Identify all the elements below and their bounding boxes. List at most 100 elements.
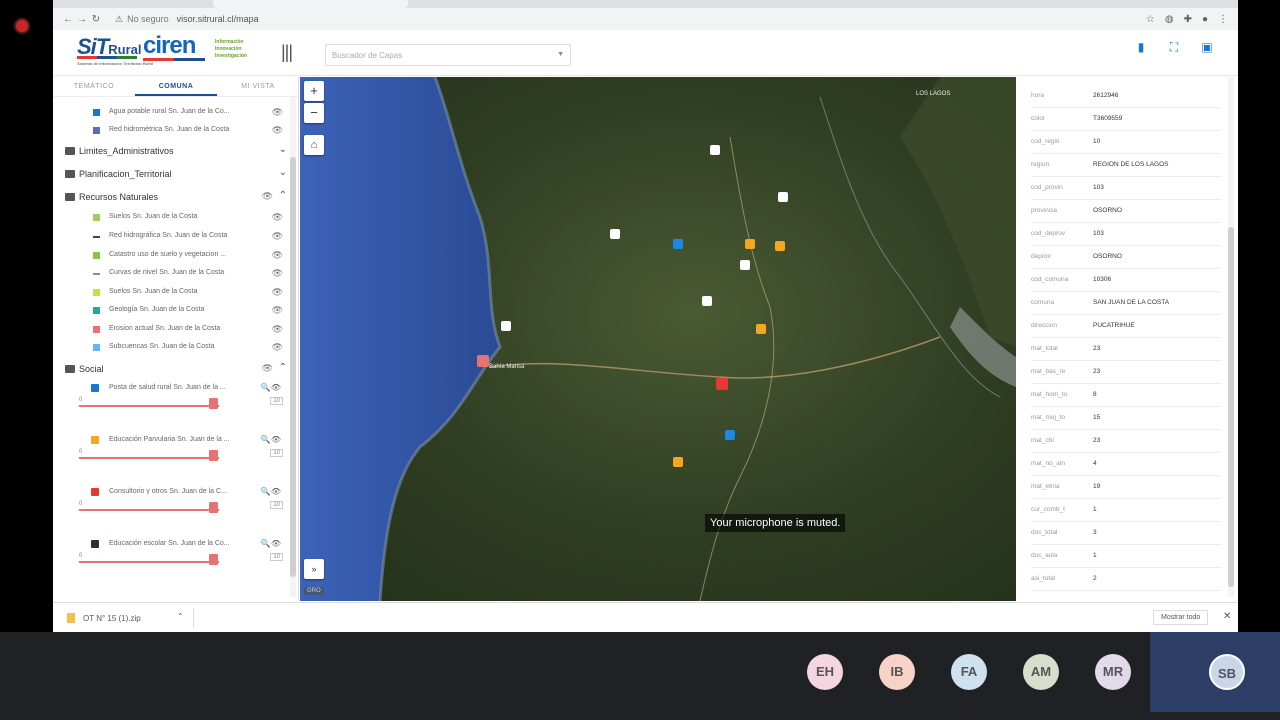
eye-icon[interactable]: 👁: [272, 342, 283, 353]
health-marker-icon[interactable]: [673, 239, 683, 249]
participant-avatar[interactable]: FA: [951, 654, 987, 690]
school-marker-icon[interactable]: [710, 145, 720, 155]
education-marker-icon[interactable]: [673, 457, 683, 467]
eye-icon[interactable]: 👁: [272, 268, 283, 279]
slider-handle[interactable]: [209, 554, 218, 565]
slider-handle[interactable]: [209, 450, 218, 461]
close-icon[interactable]: ✕: [1223, 611, 1231, 622]
attribute-key: comuna: [1031, 299, 1055, 306]
opacity-slider[interactable]: [79, 509, 219, 511]
eye-icon[interactable]: 👁: [272, 125, 283, 136]
zoom-eye-icons[interactable]: 🔍👁: [261, 435, 281, 444]
attribute-row: mat_muj_to 15: [1031, 407, 1221, 430]
social-layer-parvularia[interactable]: Educación Parvularia Sn. Juan de la ... …: [79, 435, 285, 476]
chevron-up-icon[interactable]: ⌃: [177, 612, 184, 621]
participant-avatar[interactable]: EH: [807, 654, 843, 690]
eye-icon[interactable]: 👁: [272, 212, 283, 223]
participant-avatar[interactable]: MR: [1095, 654, 1131, 690]
tab-mi-vista[interactable]: MI VISTA: [217, 77, 298, 96]
tab-tematico[interactable]: TEMÁTICO: [53, 77, 135, 96]
slider-handle[interactable]: [209, 398, 218, 409]
school-marker-icon[interactable]: [501, 321, 511, 331]
attribute-key: cod_comuna: [1031, 276, 1069, 283]
opacity-slider[interactable]: [79, 561, 219, 563]
eye-icon[interactable]: 👁: [272, 287, 283, 298]
menu-toggle-icon[interactable]: |||: [281, 42, 293, 63]
chevron-down-icon[interactable]: ⌄: [279, 144, 287, 155]
show-all-button[interactable]: Mostrar todo: [1153, 610, 1209, 625]
school-marker-icon[interactable]: [610, 229, 620, 239]
attribute-row: region REGION DE LOS LAGOS: [1031, 154, 1221, 177]
eye-icon[interactable]: 👁: [272, 231, 283, 242]
education-marker-icon[interactable]: [775, 241, 785, 251]
attribute-value: OSORNO: [1093, 207, 1122, 214]
info-scrollbar[interactable]: [1228, 77, 1234, 597]
eye-icon[interactable]: 👁: [262, 191, 273, 202]
home-extent-button[interactable]: ⌂: [304, 135, 324, 155]
clinic-marker-icon[interactable]: [716, 378, 728, 390]
school-marker-icon[interactable]: [778, 192, 788, 202]
attribute-row: cod_regio 10: [1031, 131, 1221, 154]
social-layer-posta[interactable]: Posta de salud rural Sn. Juan de la ... …: [79, 383, 285, 424]
eye-icon[interactable]: 👁: [272, 250, 283, 261]
attribute-key: cod_regio: [1031, 138, 1060, 145]
attribute-row: mat_total 23: [1031, 338, 1221, 361]
clinic-marker-icon[interactable]: [477, 355, 489, 367]
tab-comuna[interactable]: COMUNA: [135, 77, 217, 96]
eye-icon[interactable]: 👁: [272, 107, 283, 118]
social-layer-escolar[interactable]: Educación escolar Sn. Juan de la Co... 🔍…: [79, 539, 285, 580]
chevron-up-icon[interactable]: ⌃: [279, 190, 287, 201]
health-marker-icon[interactable]: [725, 430, 735, 440]
participant-avatar[interactable]: IB: [879, 654, 915, 690]
social-layer-consultorio[interactable]: Consultorio y otros Sn. Juan de la C... …: [79, 487, 285, 528]
zoom-out-button[interactable]: −: [304, 103, 324, 123]
zoom-in-button[interactable]: +: [304, 81, 324, 101]
opacity-slider[interactable]: [79, 457, 219, 459]
school-marker-icon[interactable]: [740, 260, 750, 270]
zoom-eye-icons[interactable]: 🔍👁: [261, 383, 281, 392]
star-icon[interactable]: ☆: [1146, 14, 1155, 25]
forward-icon[interactable]: →: [75, 14, 89, 25]
warning-icon[interactable]: ⚠: [115, 14, 123, 25]
attribute-key: doc_aula: [1031, 552, 1058, 559]
user-account-icon[interactable]: ▣: [1199, 40, 1215, 56]
zoom-eye-icons[interactable]: 🔍👁: [261, 487, 281, 496]
extension-icon[interactable]: ◍: [1165, 14, 1174, 25]
attribute-value: 2: [1093, 575, 1097, 582]
ciren-logo[interactable]: ciren: [143, 32, 205, 61]
opacity-slider[interactable]: [79, 405, 219, 407]
download-file-name[interactable]: OT N° 15 (1).zip: [83, 614, 141, 623]
education-marker-icon[interactable]: [745, 239, 755, 249]
self-avatar[interactable]: SB: [1209, 654, 1245, 690]
profile-icon[interactable]: ●: [1202, 14, 1208, 25]
slider-handle[interactable]: [209, 502, 218, 513]
attribute-key: cod_deprov: [1031, 230, 1065, 237]
layer-search-select[interactable]: Buscador de Capas ▼: [325, 44, 571, 66]
zoom-eye-icons[interactable]: 🔍👁: [261, 539, 281, 548]
eye-icon[interactable]: 👁: [262, 363, 273, 374]
back-icon[interactable]: ←: [61, 14, 75, 25]
education-marker-icon[interactable]: [756, 324, 766, 334]
expand-panel-button[interactable]: »: [304, 559, 324, 579]
sidebar-scrollbar[interactable]: [290, 97, 296, 597]
eye-icon[interactable]: 👁: [272, 324, 283, 335]
satellite-map[interactable]: + − ⌂ » Bahía Mansa LOS LAGOS GRO Your m…: [300, 77, 1016, 601]
eye-icon[interactable]: 👁: [272, 305, 283, 316]
map-book-icon[interactable]: ▮: [1133, 40, 1149, 56]
attribute-value: 103: [1093, 230, 1104, 237]
fullscreen-icon[interactable]: ⛶: [1166, 40, 1182, 56]
active-tab[interactable]: [213, 0, 408, 8]
address-bar: ← → ↻ ⚠ No seguro visor.sitrural.cl/mapa…: [53, 8, 1238, 30]
attribute-row: direccion PUCATRIHUE: [1031, 315, 1221, 338]
reload-icon[interactable]: ↻: [89, 14, 103, 25]
school-marker-icon[interactable]: [702, 296, 712, 306]
layer-legend-icon: [93, 214, 100, 221]
chevron-down-icon[interactable]: ⌄: [279, 167, 287, 178]
url-text[interactable]: visor.sitrural.cl/mapa: [177, 14, 259, 24]
puzzle-icon[interactable]: ✚: [1184, 14, 1192, 25]
sitrural-logo[interactable]: SiTRural Sistema de Información Territori…: [77, 34, 153, 66]
chevron-up-icon[interactable]: ⌃: [279, 362, 287, 373]
participant-avatar[interactable]: AM: [1023, 654, 1059, 690]
folder-icon: [65, 170, 75, 178]
menu-icon[interactable]: ⋮: [1218, 14, 1228, 25]
